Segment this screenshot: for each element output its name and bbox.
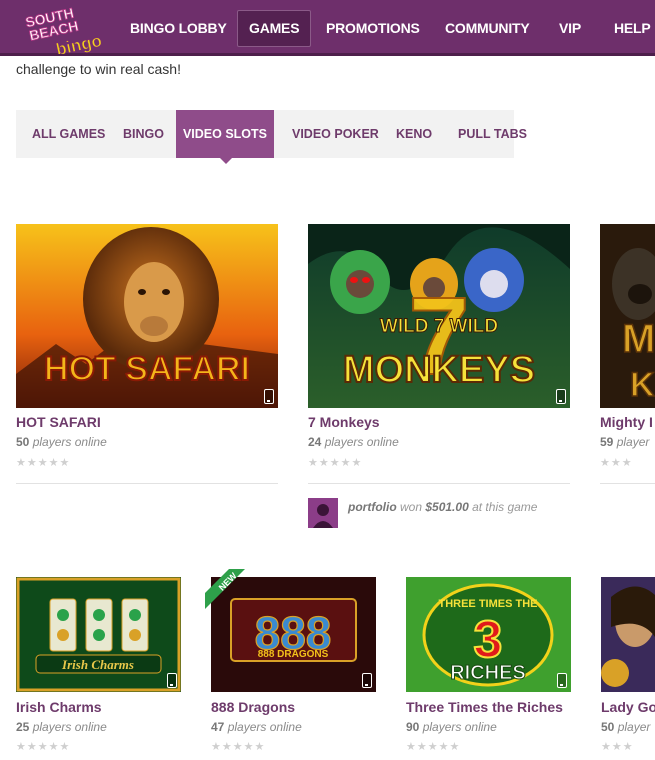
active-tab-pointer [220,158,232,164]
game-title[interactable]: Three Times the Riches [406,699,563,715]
star-rating[interactable]: ★★★ [600,456,633,469]
game-thumbnail[interactable]: THREE TIMES THE 3 RICHES [406,577,571,692]
players-count: 50 [16,435,30,449]
nav-games[interactable]: GAMES [237,10,312,47]
game-title[interactable]: 888 Dragons [211,699,295,715]
tab-video-poker[interactable]: VIDEO POKER [292,110,379,158]
star-rating[interactable]: ★★★★★ [16,456,70,469]
nav-promotions[interactable]: PROMOTIONS [326,0,420,56]
thumb-title: RICHES [450,662,526,684]
south-beach-bingo-logo[interactable]: SOUTH BEACH bingo [22,2,132,60]
players-count: 90 [406,720,420,734]
thumb-subtitle: THREE TIMES THE [438,598,537,610]
players-label: players online [227,720,302,734]
game-title[interactable]: Mighty I [600,414,653,430]
players-online: 24 players online [308,435,399,449]
tab-keno[interactable]: KENO [396,110,432,158]
thumb-title: 888 DRAGONS [258,649,329,660]
game-thumbnail[interactable]: 7 WILD 7 WILD MONKEYS [308,224,570,408]
players-online: 47 players online [211,720,302,734]
players-label: players online [32,720,107,734]
game-thumbnail[interactable]: Irish Charms [16,577,181,692]
tab-video-slots[interactable]: VIDEO SLOTS [176,110,274,158]
thumb-title: MONKEYS [343,349,535,391]
game-thumbnail[interactable]: M K [600,224,655,408]
game-title[interactable]: Lady Go [601,699,655,715]
game-thumbnail[interactable] [601,577,655,692]
top-navigation-bar: SOUTH BEACH bingo BINGO LOBBY GAMES PROM… [0,0,655,60]
nav-community[interactable]: COMMUNITY [445,0,530,56]
winner-won-word: won [400,500,423,514]
star-rating[interactable]: ★★★★★ [16,740,70,753]
game-thumbnail[interactable]: HOT SAFARI [16,224,278,408]
nav-vip[interactable]: VIP [559,0,581,56]
star-rating[interactable]: ★★★★★ [308,456,362,469]
players-online: 50 players online [16,435,107,449]
game-title[interactable]: HOT SAFARI [16,414,101,430]
mobile-icon [167,673,177,688]
players-online: 90 players online [406,720,497,734]
mobile-icon [557,673,567,688]
intro-text: challenge to win real cash! [16,61,181,77]
game-title[interactable]: 7 Monkeys [308,414,380,430]
players-count: 47 [211,720,225,734]
game-title[interactable]: Irish Charms [16,699,102,715]
mobile-icon [556,389,566,404]
players-count: 50 [601,720,615,734]
winner-username[interactable]: portfolio [348,500,397,514]
players-label: players online [422,720,497,734]
players-online: 50 player [601,720,650,734]
divider [600,483,655,484]
players-online: 59 player [600,435,649,449]
tab-pull-tabs[interactable]: PULL TABS [458,110,527,158]
winner-amount: $501.00 [425,500,469,514]
nav-bingo-lobby[interactable]: BINGO LOBBY [130,0,227,56]
thumb-title: HOT SAFARI [44,350,250,388]
svg-text:K: K [630,366,655,404]
winner-avatar[interactable] [308,498,338,528]
thumb-title: Irish Charms [61,657,134,672]
tab-all-games[interactable]: ALL GAMES [32,110,105,158]
players-count: 59 [600,435,614,449]
tab-bingo[interactable]: BINGO [123,110,164,158]
players-label: players online [324,435,399,449]
game-category-tabs: ALL GAMES BINGO VIDEO SLOTS VIDEO POKER … [16,110,527,158]
players-label: player [616,435,650,449]
thumb-number: 3 [474,611,503,669]
winner-suffix: at this game [472,500,538,514]
players-count: 25 [16,720,30,734]
star-rating[interactable]: ★★★★★ [211,740,265,753]
players-online: 25 players online [16,720,107,734]
svg-text:M: M [622,317,655,361]
nav-help[interactable]: HELP [614,0,651,56]
winner-text: portfolio won $501.00 at this game [348,500,537,514]
mobile-icon [264,389,274,404]
star-rating[interactable]: ★★★★★ [406,740,460,753]
players-label: player [617,720,651,734]
divider [308,483,570,484]
thumb-subtitle: WILD 7 WILD [380,316,498,337]
mobile-icon [362,673,372,688]
divider [16,483,278,484]
players-count: 24 [308,435,322,449]
players-label: players online [32,435,107,449]
new-badge: NEW [205,569,249,613]
star-rating[interactable]: ★★★ [601,740,634,753]
